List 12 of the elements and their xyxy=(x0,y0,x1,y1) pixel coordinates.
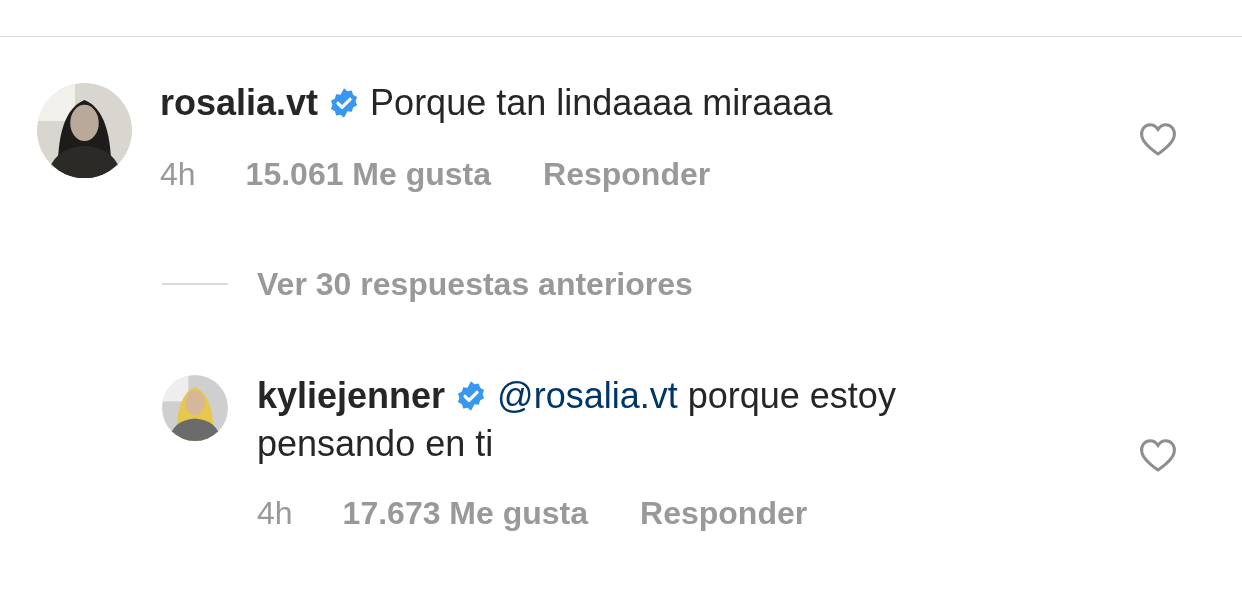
username-link[interactable]: rosalia.vt xyxy=(160,82,319,123)
comment-time: 4h xyxy=(160,155,196,194)
comment-text: kyliejenner @rosalia.vt porque estoy pensando en ti xyxy=(257,374,897,466)
view-replies-link[interactable]: Ver 30 respuestas anteriores xyxy=(257,265,693,303)
likes-link[interactable]: 17.673 Me gusta xyxy=(342,489,589,537)
reply-link[interactable]: Responder xyxy=(543,150,711,198)
likes-link[interactable]: 15.061 Me gusta xyxy=(245,150,492,198)
comment-time: 4h xyxy=(257,494,293,533)
mention-link[interactable]: @rosalia.vt xyxy=(497,375,678,416)
username-link[interactable]: kyliejenner xyxy=(257,375,446,416)
comment-text: rosalia.vt Porque tan lindaaaa miraaaa xyxy=(160,81,833,125)
reply-link[interactable]: Responder xyxy=(640,489,808,537)
